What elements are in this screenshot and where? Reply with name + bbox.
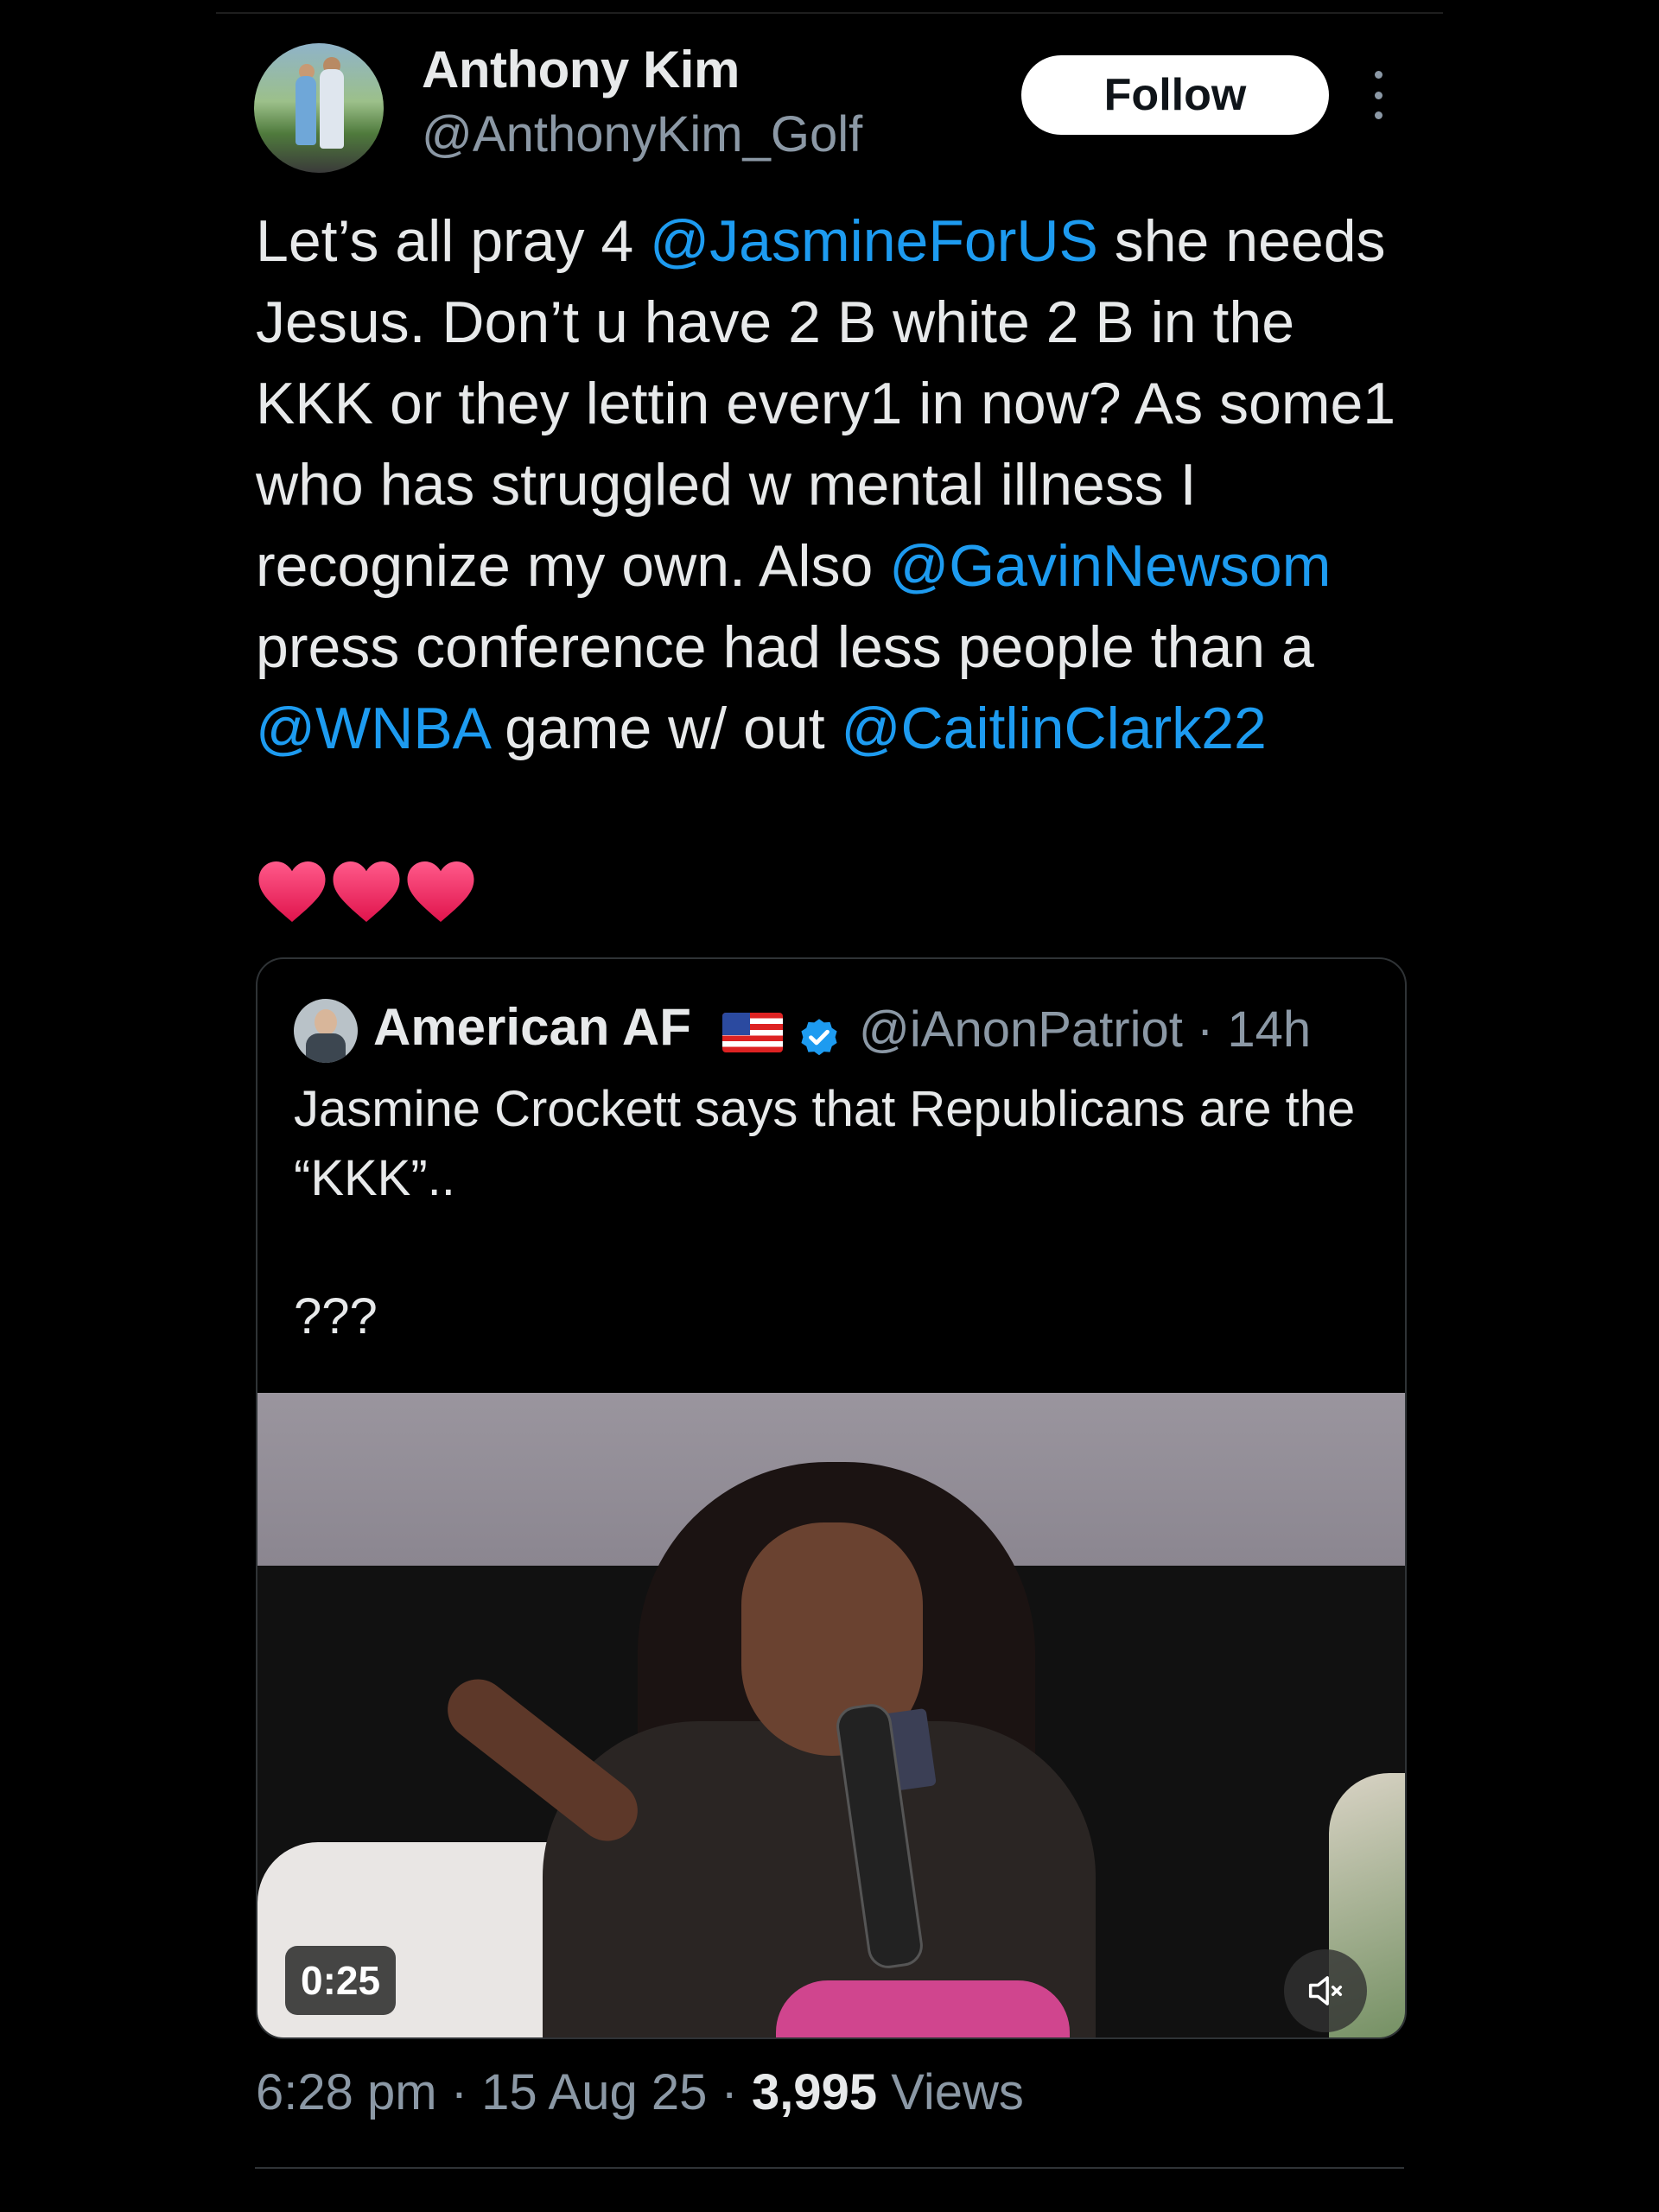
us-flag-icon	[722, 1013, 783, 1052]
hearts-emoji-row	[256, 855, 477, 933]
tweet-time[interactable]: 6:28 pm	[256, 2064, 437, 2120]
mention-link[interactable]: @GavinNewsom	[889, 533, 1331, 599]
video-duration-badge: 0:25	[285, 1946, 397, 2015]
separator: ·	[707, 2064, 752, 2120]
video-player[interactable]: 0:25	[257, 1393, 1405, 2037]
tweet-text-segment: Let’s all pray 4	[256, 208, 651, 274]
tweet-text-segment: game w/ out	[488, 696, 842, 761]
views-label: Views	[877, 2064, 1024, 2120]
author-name[interactable]: Anthony Kim	[422, 40, 740, 99]
mention-link[interactable]: @WNBA	[256, 696, 488, 761]
top-divider	[216, 12, 1443, 14]
verified-badge-icon	[801, 1019, 837, 1056]
muted-speaker-icon[interactable]	[1284, 1949, 1367, 2032]
heart-icon	[258, 861, 326, 922]
quoted-author-avatar[interactable]	[294, 999, 358, 1063]
tweet-metadata: 6:28 pm · 15 Aug 25 · 3,995 Views	[256, 2063, 1024, 2121]
mention-link[interactable]: @CaitlinClark22	[841, 696, 1266, 761]
tweet-date[interactable]: 15 Aug 25	[481, 2064, 707, 2120]
mention-link[interactable]: @JasmineForUS	[650, 208, 1098, 274]
tweet-text: Let’s all pray 4 @JasmineForUS she needs…	[256, 200, 1414, 769]
heart-icon	[333, 861, 400, 922]
bottom-divider	[255, 2167, 1404, 2169]
heart-icon	[407, 861, 474, 922]
author-handle[interactable]: @AnthonyKim_Golf	[422, 105, 862, 163]
more-options-icon[interactable]	[1365, 71, 1391, 119]
views-count: 3,995	[751, 2064, 878, 2120]
quoted-tweet-text: Jasmine Crockett says that Republicans a…	[294, 1081, 1356, 1344]
tweet-text-segment: press conference had less people than a	[256, 614, 1314, 680]
author-avatar[interactable]	[254, 43, 384, 173]
follow-button[interactable]: Follow	[1021, 55, 1329, 135]
separator: ·	[436, 2064, 482, 2120]
quoted-handle-time[interactable]: @iAnonPatriot · 14h	[859, 1001, 1311, 1058]
quoted-author-name[interactable]: American AF	[373, 997, 691, 1057]
quoted-tweet-card[interactable]: American AF @iAnonPatriot · 14h Jasmine …	[256, 957, 1407, 2039]
